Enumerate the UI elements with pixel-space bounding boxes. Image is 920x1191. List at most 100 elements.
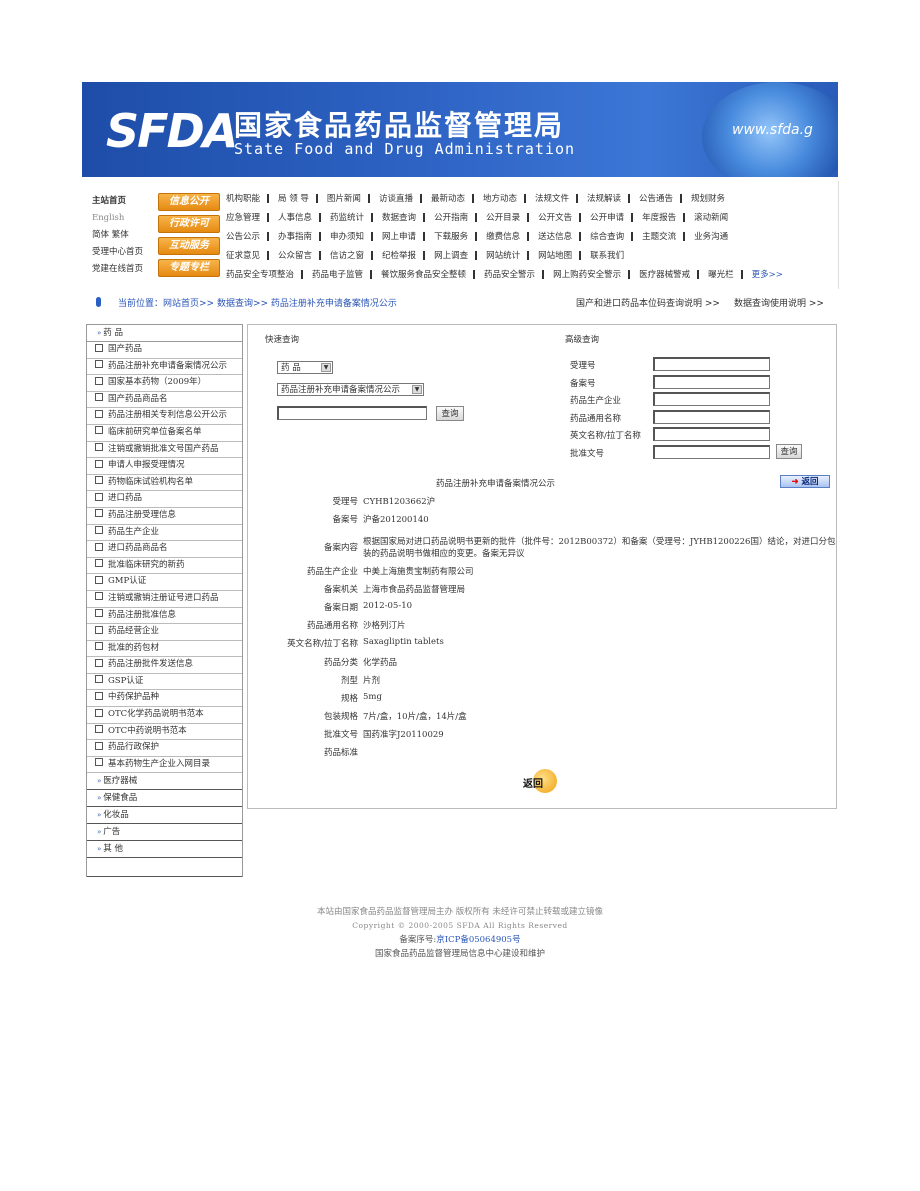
menu-item[interactable]: 药物临床试验机构名单 — [87, 475, 242, 492]
nav-link[interactable]: 公告公示 — [226, 229, 260, 246]
nav-link[interactable]: 药品安全专项整治 — [226, 267, 294, 284]
english-link[interactable]: English — [92, 210, 162, 227]
nav-link[interactable]: 医疗器械警戒 — [639, 267, 690, 284]
nav-link[interactable]: 滚动新闻 — [694, 210, 728, 227]
nav-link[interactable]: 规划财务 — [691, 191, 725, 208]
nav-link[interactable]: 下载服务 — [434, 229, 468, 246]
nav-link[interactable]: 年度报告 — [642, 210, 676, 227]
menu-item[interactable]: 药品行政保护 — [87, 740, 242, 757]
nav-link[interactable]: 办事指南 — [278, 229, 312, 246]
nav-link[interactable]: 法规解读 — [587, 191, 621, 208]
nav-link[interactable]: 网站统计 — [486, 248, 520, 265]
category-select[interactable]: 药 品 ▼ — [277, 361, 333, 374]
generic-name-input[interactable] — [653, 410, 770, 424]
special-topic-button[interactable]: 专题专栏 — [158, 259, 220, 277]
nav-link[interactable]: 数据查询 — [382, 210, 416, 227]
menu-item[interactable]: 药品生产企业 — [87, 525, 242, 542]
back-button-bottom[interactable]: 返回 — [523, 769, 561, 793]
dataset-select[interactable]: 药品注册补充申请备案情况公示 ▼ — [277, 383, 424, 396]
menu-item[interactable]: 进口药品商品名 — [87, 541, 242, 558]
breadcrumb-location[interactable]: 当前位置：网站首页>> 数据查询>> 药品注册补充申请备案情况公示 — [118, 296, 397, 309]
menu-category[interactable]: » 医疗器械 — [87, 773, 242, 791]
nav-link[interactable]: 缴费信息 — [486, 229, 520, 246]
acceptance-center-link[interactable]: 受理中心首页 — [92, 244, 162, 261]
nav-link[interactable]: 最新动态 — [431, 191, 465, 208]
filing-no-input[interactable] — [653, 375, 770, 389]
menu-item[interactable]: GMP认证 — [87, 574, 242, 591]
menu-item[interactable]: 国产药品 — [87, 342, 242, 359]
english-name-input[interactable] — [653, 427, 770, 441]
menu-item[interactable]: GSP认证 — [87, 674, 242, 691]
menu-item[interactable]: 申请人申报受理情况 — [87, 458, 242, 475]
nav-link[interactable]: 征求意见 — [226, 248, 260, 265]
menu-item[interactable]: OTC化学药品说明书范本 — [87, 707, 242, 724]
menu-item[interactable]: 药品注册批件发送信息 — [87, 657, 242, 674]
nav-link[interactable]: 业务沟通 — [694, 229, 728, 246]
nav-link[interactable]: 法规文件 — [535, 191, 569, 208]
nav-link[interactable]: 主题交流 — [642, 229, 676, 246]
nav-link[interactable]: 综合查询 — [590, 229, 624, 246]
menu-item[interactable]: 药品经营企业 — [87, 624, 242, 641]
menu-item[interactable]: 国家基本药物（2009年） — [87, 375, 242, 392]
menu-item[interactable]: 中药保护品种 — [87, 690, 242, 708]
acceptance-no-input[interactable] — [653, 357, 770, 371]
icp-link[interactable]: 京ICP备05064905号 — [436, 935, 520, 945]
menu-category[interactable]: » 化妆品 — [87, 807, 242, 825]
nav-link[interactable]: 网上调查 — [434, 248, 468, 265]
menu-category[interactable]: » 其 他 — [87, 841, 242, 859]
advanced-search-button[interactable]: 查询 — [776, 444, 802, 459]
interactive-service-button[interactable]: 互动服务 — [158, 237, 220, 255]
menu-item[interactable]: 进口药品 — [87, 491, 242, 508]
nav-link[interactable]: 曝光栏 — [708, 267, 734, 284]
nav-link[interactable]: 药监统计 — [330, 210, 364, 227]
data-query-help-link[interactable]: 数据查询使用说明 >> — [734, 296, 824, 309]
nav-link[interactable]: 网上申请 — [382, 229, 416, 246]
nav-link[interactable]: 餐饮服务食品安全整顿 — [381, 267, 466, 284]
nav-link[interactable]: 公告通告 — [639, 191, 673, 208]
menu-item[interactable]: 批准的药包材 — [87, 641, 242, 658]
info-disclosure-button[interactable]: 信息公开 — [158, 193, 220, 211]
back-button-top[interactable]: ➜ 返回 — [780, 475, 830, 488]
nav-link[interactable]: 公众留言 — [278, 248, 312, 265]
menu-item[interactable]: 药品注册批准信息 — [87, 608, 242, 625]
nav-link[interactable]: 药品电子监管 — [312, 267, 363, 284]
menu-item[interactable]: 国产药品商品名 — [87, 392, 242, 409]
manufacturer-input[interactable] — [653, 392, 770, 406]
nav-link[interactable]: 联系我们 — [590, 248, 624, 265]
quick-search-input[interactable] — [277, 406, 427, 420]
nav-link[interactable]: 地方动态 — [483, 191, 517, 208]
menu-category[interactable]: » 广告 — [87, 824, 242, 842]
menu-item[interactable]: OTC中药说明书范本 — [87, 724, 242, 741]
more-link[interactable]: 更多>> — [752, 267, 783, 284]
menu-category[interactable]: » 保健食品 — [87, 790, 242, 808]
menu-item[interactable]: 注销或撤销注册证号进口药品 — [87, 591, 242, 608]
admin-license-button[interactable]: 行政许可 — [158, 215, 220, 233]
nav-link[interactable]: 药品安全警示 — [484, 267, 535, 284]
nav-link[interactable]: 图片新闻 — [327, 191, 361, 208]
language-switch[interactable]: 简体 繁体 — [92, 227, 162, 244]
nav-link[interactable]: 网站地图 — [538, 248, 572, 265]
nav-link[interactable]: 机构职能 — [226, 191, 260, 208]
nav-link[interactable]: 局 领 导 — [278, 191, 309, 208]
nav-link[interactable]: 公开目录 — [486, 210, 520, 227]
menu-item[interactable]: 药品注册受理信息 — [87, 508, 242, 525]
quick-search-button[interactable]: 查询 — [436, 406, 464, 421]
nav-link[interactable]: 申办须知 — [330, 229, 364, 246]
nav-link[interactable]: 纪检举报 — [382, 248, 416, 265]
nav-link[interactable]: 网上购药安全警示 — [553, 267, 621, 284]
menu-item[interactable]: 批准临床研究的新药 — [87, 558, 242, 575]
nav-link[interactable]: 公开申请 — [590, 210, 624, 227]
nav-link[interactable]: 公开文告 — [538, 210, 572, 227]
menu-item[interactable]: 药品注册补充申请备案情况公示 — [87, 359, 242, 376]
nav-link[interactable]: 公开指南 — [434, 210, 468, 227]
menu-item[interactable]: 基本药物生产企业入网目录 — [87, 757, 242, 774]
nav-link[interactable]: 访谈直播 — [379, 191, 413, 208]
nav-link[interactable]: 人事信息 — [278, 210, 312, 227]
party-online-link[interactable]: 党建在线首页 — [92, 261, 162, 278]
menu-item[interactable]: 临床前研究单位备案名单 — [87, 425, 242, 442]
home-link[interactable]: 主站首页 — [92, 193, 162, 210]
nav-link[interactable]: 信访之窗 — [330, 248, 364, 265]
menu-item[interactable]: 注销或撤销批准文号国产药品 — [87, 442, 242, 459]
approval-no-input[interactable] — [653, 445, 770, 459]
code-query-help-link[interactable]: 国产和进口药品本位码查询说明 >> — [576, 296, 720, 309]
